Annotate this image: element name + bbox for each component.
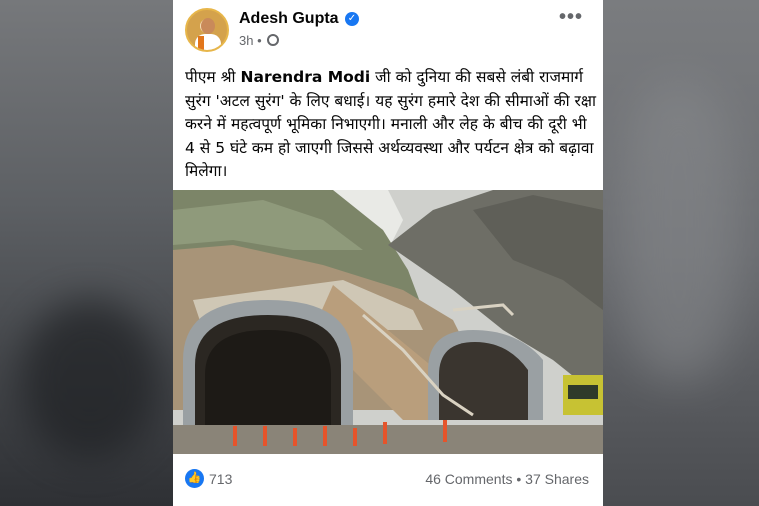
post-text: पीएम श्री Narendra Modi जी को दुनिया की …: [185, 66, 597, 184]
globe-icon: [267, 34, 280, 46]
comments-count[interactable]: 46 Comments: [425, 471, 512, 487]
engagement-stats: 46 Comments • 37 Shares: [425, 471, 589, 487]
stats-separator: •: [512, 471, 526, 487]
post-header: Adesh Gupta ✓ 3h • •••: [173, 0, 603, 58]
post-meta: 3h •: [239, 33, 280, 48]
background-blur-shape: [20, 300, 160, 460]
post-footer: 👍 713 46 Comments • 37 Shares: [173, 458, 603, 506]
avatar-figure: [198, 36, 204, 50]
more-options-icon[interactable]: •••: [559, 6, 583, 29]
meta-separator: •: [257, 33, 262, 48]
like-reaction-icon[interactable]: 👍: [185, 469, 204, 488]
post-photo[interactable]: [173, 190, 603, 454]
like-count[interactable]: 713: [209, 471, 232, 487]
author-name[interactable]: Adesh Gupta: [239, 10, 339, 28]
shares-count[interactable]: 37 Shares: [525, 471, 589, 487]
post-time[interactable]: 3h: [239, 33, 253, 48]
tunnel-photo: [173, 190, 603, 454]
facebook-post: Adesh Gupta ✓ 3h • ••• पीएम श्री Narendr…: [173, 0, 603, 506]
post-text-bold: Narendra Modi: [240, 68, 371, 86]
background-blur-shape: [619, 80, 739, 380]
verified-badge-icon: ✓: [345, 12, 359, 26]
avatar[interactable]: [185, 8, 229, 52]
avatar-figure: [201, 18, 215, 34]
post-text-prefix: पीएम श्री: [185, 68, 241, 86]
